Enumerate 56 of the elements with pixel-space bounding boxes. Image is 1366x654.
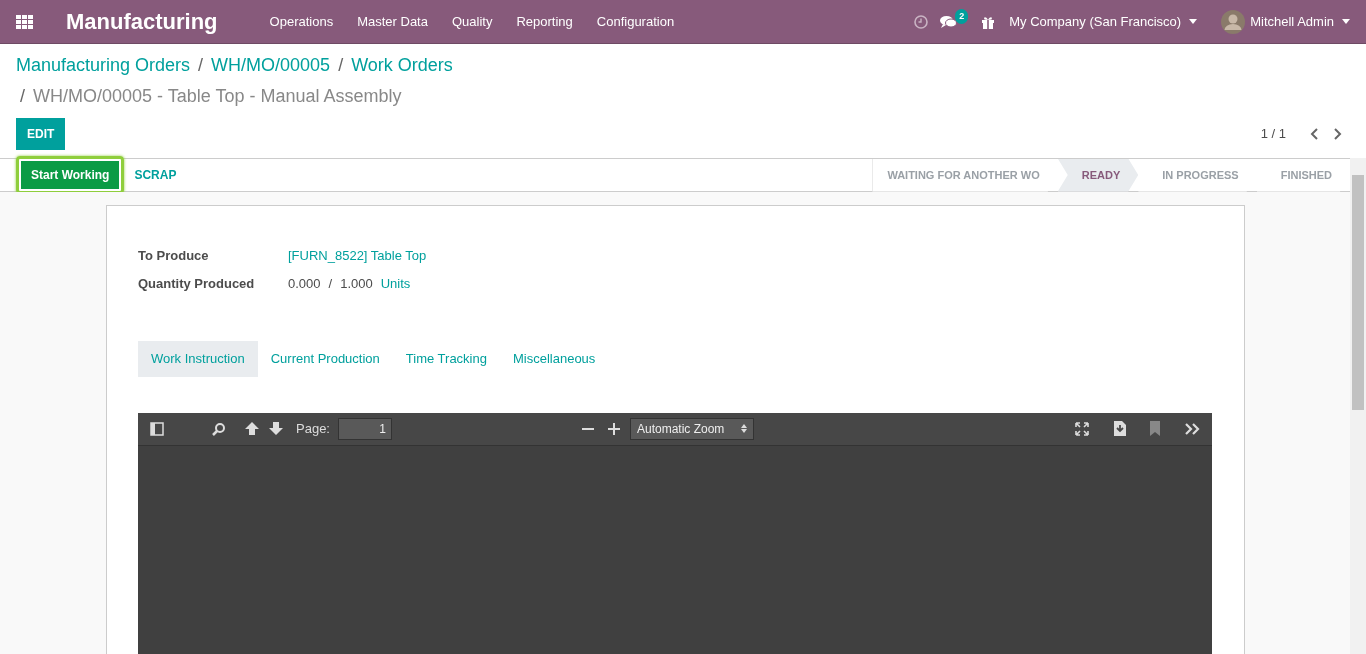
breadcrumb-link[interactable]: Work Orders xyxy=(351,52,453,79)
bookmark-icon[interactable] xyxy=(1150,421,1160,436)
chevron-left-icon[interactable] xyxy=(1310,128,1318,140)
company-switcher[interactable]: My Company (San Francisco) xyxy=(1009,11,1182,32)
field-label: To Produce xyxy=(138,247,210,265)
avatar-icon[interactable] xyxy=(1221,9,1246,34)
notebook-tab[interactable]: Miscellaneous xyxy=(499,341,609,377)
updown-caret-icon xyxy=(741,424,747,433)
page-number-field[interactable]: 1 xyxy=(338,417,392,440)
double-chevron-icon[interactable] xyxy=(1184,422,1200,435)
menu-item[interactable]: Master Data xyxy=(357,11,428,32)
search-icon[interactable] xyxy=(212,421,226,436)
scrollbar-thumb[interactable] xyxy=(1352,175,1364,410)
gift-icon[interactable] xyxy=(981,14,996,29)
app-title: Manufacturing xyxy=(66,8,218,36)
fullscreen-icon[interactable] xyxy=(1075,421,1089,436)
scrollbar[interactable] xyxy=(1350,158,1366,654)
zoom-dropdown[interactable]: Automatic Zoom xyxy=(630,417,754,440)
menu-item[interactable]: Quality xyxy=(451,11,493,32)
arrow-up-icon[interactable] xyxy=(244,421,260,436)
pager-counter: 1 / 1 xyxy=(1260,125,1286,144)
field-label: Quantity Produced xyxy=(138,274,256,293)
edit-button[interactable]: EDIT xyxy=(16,118,66,150)
arrow-down-icon[interactable] xyxy=(268,421,284,436)
field-value-link[interactable]: [FURN_8522] Table Top xyxy=(288,246,427,266)
unit-link[interactable]: Units xyxy=(380,273,411,293)
menu-item[interactable]: Configuration xyxy=(596,11,675,32)
quantity-total: 1.000 xyxy=(340,274,373,293)
page-label: Page: xyxy=(296,419,330,438)
breadcrumb-link[interactable]: Manufacturing Orders xyxy=(16,52,191,79)
scrap-button[interactable]: SCRAP xyxy=(128,165,183,185)
caret-icon xyxy=(1189,19,1198,24)
breadcrumb-separator: / xyxy=(338,54,344,77)
breadcrumb-link[interactable]: WH/MO/00005 xyxy=(211,52,331,79)
apps-menu-icon[interactable] xyxy=(16,14,33,29)
notebook-tab[interactable]: Current Production xyxy=(257,341,393,377)
zoom-in-icon[interactable] xyxy=(608,422,620,435)
download-icon[interactable] xyxy=(1113,421,1126,436)
breadcrumb-separator: / xyxy=(20,85,25,108)
sidebar-toggle-icon[interactable] xyxy=(150,421,164,436)
status-stage[interactable]: READY xyxy=(1057,158,1139,192)
notebook-tab[interactable]: Time Tracking xyxy=(392,341,500,377)
menu-item[interactable]: Reporting xyxy=(516,11,573,32)
chevron-right-icon[interactable] xyxy=(1334,128,1342,140)
quantity-separator: / xyxy=(328,274,333,293)
notebook-tab[interactable]: Work Instruction xyxy=(138,341,258,377)
unread-count-badge: 2 xyxy=(955,8,969,24)
breadcrumb-separator: / xyxy=(198,54,204,77)
chat-icon[interactable] xyxy=(940,14,958,29)
caret-icon xyxy=(1342,19,1350,24)
user-menu[interactable]: Mitchell Admin xyxy=(1250,11,1334,32)
breadcrumb-current: WH/MO/00005 - Table Top - Manual Assembly xyxy=(33,85,402,108)
start-working-button[interactable]: Start Working xyxy=(21,161,120,189)
menu-item[interactable]: Operations xyxy=(269,11,334,32)
clock-icon[interactable] xyxy=(914,14,929,29)
quantity-produced: 0.000 xyxy=(288,274,321,293)
